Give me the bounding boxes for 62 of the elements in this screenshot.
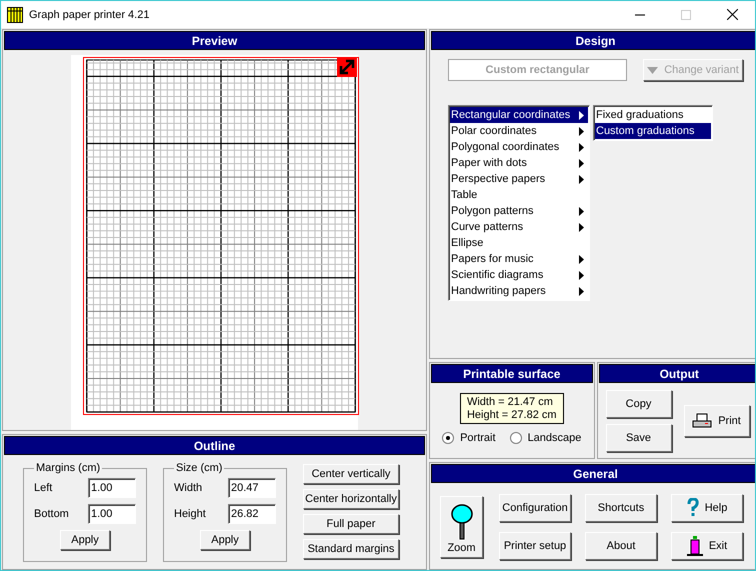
height-text: Height = 27.82 cm [466, 409, 557, 421]
category-item[interactable]: Polar coordinates [450, 123, 588, 139]
panel-header: Design [431, 31, 755, 50]
apply-button[interactable]: Apply [60, 530, 110, 550]
category-item[interactable]: Polygon patterns [450, 203, 588, 219]
outline-button[interactable]: Center vertically [303, 464, 399, 484]
category-item[interactable]: Papers for music [450, 251, 588, 267]
printer-icon [692, 413, 712, 429]
input-field[interactable]: 1.00 [88, 478, 136, 498]
panel-header: General [431, 464, 755, 483]
apply-button[interactable]: Apply [200, 530, 250, 550]
zoom-button[interactable]: Zoom [440, 496, 483, 558]
panel-header: Outline [4, 436, 425, 455]
printer-setup-button[interactable]: Printer setup [499, 532, 571, 560]
input-field[interactable]: 1.00 [88, 504, 136, 524]
shortcuts-button[interactable]: Shortcuts [585, 494, 657, 522]
outline-button[interactable]: Full paper [303, 514, 399, 534]
radio-label: Landscape [528, 432, 582, 444]
maximize-icon [681, 10, 691, 20]
category-item[interactable]: Curve patterns [450, 219, 588, 235]
about-button[interactable]: About [585, 532, 657, 560]
category-item[interactable]: Polygonal coordinates [450, 139, 588, 155]
panel-header: Printable surface [431, 364, 592, 383]
outline-button[interactable]: Standard margins [303, 539, 399, 559]
radio-button[interactable] [510, 432, 522, 444]
panel-header: Preview [4, 31, 425, 50]
question-mark-icon [686, 498, 699, 518]
radio-button[interactable] [442, 432, 454, 444]
dropdown-arrow-icon [647, 66, 658, 74]
field-label: Height [174, 508, 206, 520]
window-title: Graph paper printer 4.21 [29, 8, 150, 20]
outline-button[interactable]: Center horizontally [303, 489, 399, 509]
category-item[interactable]: Scientific diagrams [450, 267, 588, 283]
category-item[interactable]: Ellipse [450, 235, 588, 251]
group-legend: Margins (cm) [34, 462, 102, 474]
group-legend: Size (cm) [174, 462, 224, 474]
save-button[interactable]: Save [606, 424, 672, 452]
configuration-button[interactable]: Configuration [499, 494, 571, 522]
magnifier-icon [450, 504, 472, 540]
category-item[interactable]: Table [450, 187, 588, 203]
copy-button[interactable]: Copy [606, 390, 672, 418]
app-icon [7, 6, 23, 22]
radio-label: Portrait [460, 432, 496, 444]
category-item[interactable]: Paper with dots [450, 155, 588, 171]
input-field[interactable]: 26.82 [228, 504, 276, 524]
field-label: Width [174, 482, 202, 494]
print-button[interactable]: Print [684, 405, 750, 437]
panel-header: Output [598, 364, 755, 383]
category-item[interactable]: Rectangular coordinates [450, 107, 588, 123]
help-button[interactable]: Help [671, 494, 743, 522]
expand-icon[interactable] [337, 57, 357, 77]
variant-item[interactable]: Custom graduations [595, 123, 711, 139]
door-exit-icon [686, 536, 703, 556]
variant-item[interactable]: Fixed graduations [595, 107, 711, 123]
width-text: Width = 21.47 cm [466, 396, 554, 408]
field-label: Left [34, 482, 52, 494]
close-icon [726, 9, 738, 20]
field-label: Bottom [34, 508, 69, 520]
category-item[interactable]: Handwriting papers [450, 283, 588, 299]
category-item[interactable]: Perspective papers [450, 171, 588, 187]
exit-button[interactable]: Exit [671, 532, 743, 560]
input-field[interactable]: 20.47 [228, 478, 276, 498]
